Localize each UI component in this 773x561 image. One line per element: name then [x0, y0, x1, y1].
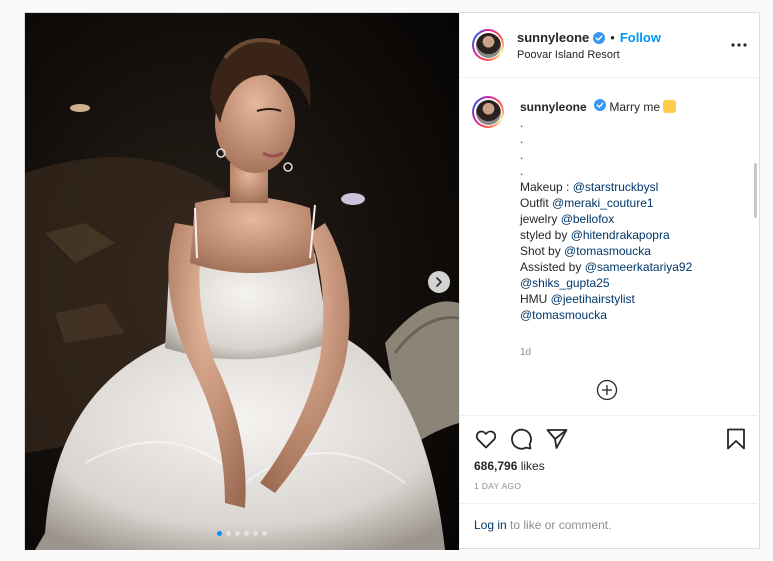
carousel-dot [244, 531, 249, 536]
comments-section[interactable]: sunnyleone Marry me . . . . Makeup : @st… [460, 78, 760, 416]
post-location[interactable]: Poovar Island Resort [517, 49, 620, 61]
post-date: 1 DAY AGO [474, 481, 522, 491]
caption-credit-hmu: HMU @jeetihairstylist [520, 292, 635, 306]
caption-avatar[interactable] [472, 96, 504, 128]
caption-credit-styled: styled by @hitendrakapopra [520, 228, 670, 242]
caption-credit-makeup: Makeup : @starstruckbysl [520, 180, 659, 194]
comments-scrollbar[interactable] [754, 163, 757, 218]
author-avatar[interactable] [472, 29, 504, 61]
verified-badge-icon [593, 31, 606, 44]
paper-plane-icon[interactable] [545, 427, 569, 451]
likes-label: likes [517, 459, 545, 473]
separator-dot: • [610, 30, 615, 45]
chevron-right-icon [436, 277, 442, 287]
mention-link[interactable]: @tomasmoucka [564, 244, 651, 258]
carousel-dot [262, 531, 267, 536]
plus-circle-icon[interactable] [596, 379, 618, 401]
caption-text: Marry me [609, 100, 661, 114]
post-photo[interactable] [25, 13, 459, 550]
caption-timestamp: 1d [520, 347, 532, 358]
caption-credit-assisted: Assisted by @sameerkatariya92 [520, 260, 693, 274]
caption-credit-outfit: Outfit @meraki_couture1 [520, 196, 654, 210]
likes-number: 686,796 [474, 459, 518, 473]
caption-credit-hmu-2: @tomasmoucka [520, 307, 750, 323]
carousel-next-button[interactable] [428, 271, 450, 293]
caption-first-line: sunnyleone Marry me [520, 99, 750, 115]
photo-illustration [25, 13, 459, 550]
mention-link[interactable]: @hitendrakapopra [571, 228, 670, 242]
mention-link[interactable]: @sameerkatariya92 [585, 260, 693, 274]
post-modal: sunnyleone • Follow Poovar Island Resort [24, 12, 761, 550]
mention-link[interactable]: @meraki_couture1 [552, 196, 654, 210]
login-prompt: Log in to like or comment. [460, 503, 760, 550]
login-link[interactable]: Log in [474, 518, 507, 532]
mention-link[interactable]: @starstruckbysl [573, 180, 659, 194]
caption-dot: . [520, 148, 524, 162]
mention-link[interactable]: @jeetihairstylist [551, 292, 635, 306]
mention-link[interactable]: @bellofox [561, 212, 615, 226]
mention-link[interactable]: @shiks_gupta25 [520, 276, 610, 290]
more-options-icon[interactable] [730, 37, 748, 53]
author-username[interactable]: sunnyleone [517, 30, 589, 45]
bookmark-icon[interactable] [724, 427, 748, 451]
carousel-indicator [25, 531, 459, 536]
login-suffix: to like or comment. [506, 518, 612, 532]
carousel-dot [217, 531, 222, 536]
carousel-dot [226, 531, 231, 536]
caption-dot: . [520, 164, 524, 178]
carousel-dot [235, 531, 240, 536]
caption-credit-assisted-2: @shiks_gupta25 [520, 275, 750, 291]
post-caption: sunnyleone Marry me . . . . Makeup : @st… [520, 99, 750, 323]
emoji-icon [663, 100, 677, 113]
mention-link[interactable]: @tomasmoucka [520, 308, 607, 322]
caption-dot: . [520, 116, 524, 130]
caption-credit-shot: Shot by @tomasmoucka [520, 244, 651, 258]
likes-count[interactable]: 686,796 likes [474, 459, 545, 473]
follow-button[interactable]: Follow [620, 30, 661, 45]
avatar-image [475, 99, 501, 125]
carousel-dot [253, 531, 258, 536]
caption-username[interactable]: sunnyleone [520, 100, 587, 114]
comment-bubble-icon[interactable] [509, 427, 533, 451]
author-line: sunnyleone • Follow [517, 30, 661, 45]
caption-dot: . [520, 132, 524, 146]
post-details-panel: sunnyleone • Follow Poovar Island Resort [459, 13, 761, 550]
avatar-image [475, 32, 501, 58]
post-header: sunnyleone • Follow Poovar Island Resort [460, 13, 760, 78]
verified-badge-icon [594, 99, 607, 111]
heart-icon[interactable] [474, 427, 498, 451]
caption-credit-jewelry: jewelry @bellofox [520, 212, 615, 226]
action-bar [460, 417, 760, 457]
